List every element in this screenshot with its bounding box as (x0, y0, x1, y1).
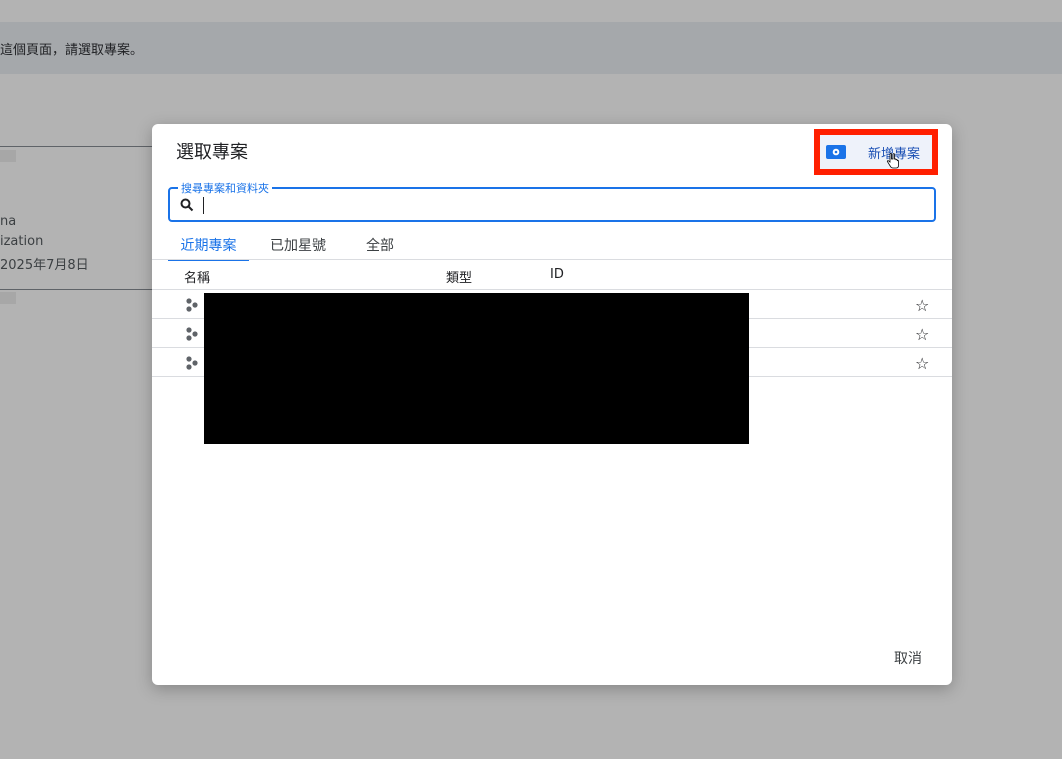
hand-cursor-icon (886, 153, 900, 173)
project-icon (185, 297, 199, 316)
info-banner: 這個頁面，請選取專案。 (0, 22, 1062, 74)
new-project-button[interactable]: 新增專案 (820, 135, 932, 169)
tab-label: 已加星號 (270, 238, 326, 254)
background-text: ization (0, 234, 44, 249)
search-field: 搜尋專案和資料夾 (168, 180, 936, 222)
redaction-block (204, 293, 749, 444)
table-header: 名稱 類型 ID (152, 260, 952, 290)
column-header-type: 類型 (446, 271, 473, 286)
star-icon[interactable]: ☆ (915, 296, 929, 315)
search-icon (180, 197, 194, 216)
tab-starred[interactable]: 已加星號 (264, 230, 332, 260)
tab-all[interactable]: 全部 (360, 230, 400, 260)
column-header-name: 名稱 (184, 271, 211, 286)
star-icon[interactable]: ☆ (915, 354, 929, 373)
project-icon (185, 326, 199, 345)
tab-bar: 近期專案 已加星號 全部 (152, 230, 952, 261)
banner-text: 這個頁面，請選取專案。 (0, 42, 144, 58)
background-chip (0, 292, 16, 304)
background-text: 2025年7月8日 (0, 258, 89, 273)
text-caret (203, 197, 204, 214)
background-chip (0, 150, 16, 162)
project-icon (185, 355, 199, 374)
select-project-dialog: 選取專案 新增專案 搜尋專案和資料夾 (152, 124, 952, 685)
background-text: na (0, 214, 17, 229)
highlight-box: 新增專案 (814, 129, 938, 175)
tab-label: 全部 (366, 238, 394, 254)
search-input[interactable] (202, 194, 906, 216)
tab-recent[interactable]: 近期專案 (168, 230, 249, 261)
project-settings-icon (826, 145, 846, 159)
dialog-title: 選取專案 (176, 142, 248, 163)
divider (0, 289, 152, 290)
column-header-id: ID (550, 267, 564, 282)
top-bar (0, 0, 1062, 22)
tab-label: 近期專案 (180, 238, 237, 254)
star-icon[interactable]: ☆ (915, 325, 929, 344)
cancel-button[interactable]: 取消 (894, 648, 922, 668)
divider (0, 146, 152, 147)
